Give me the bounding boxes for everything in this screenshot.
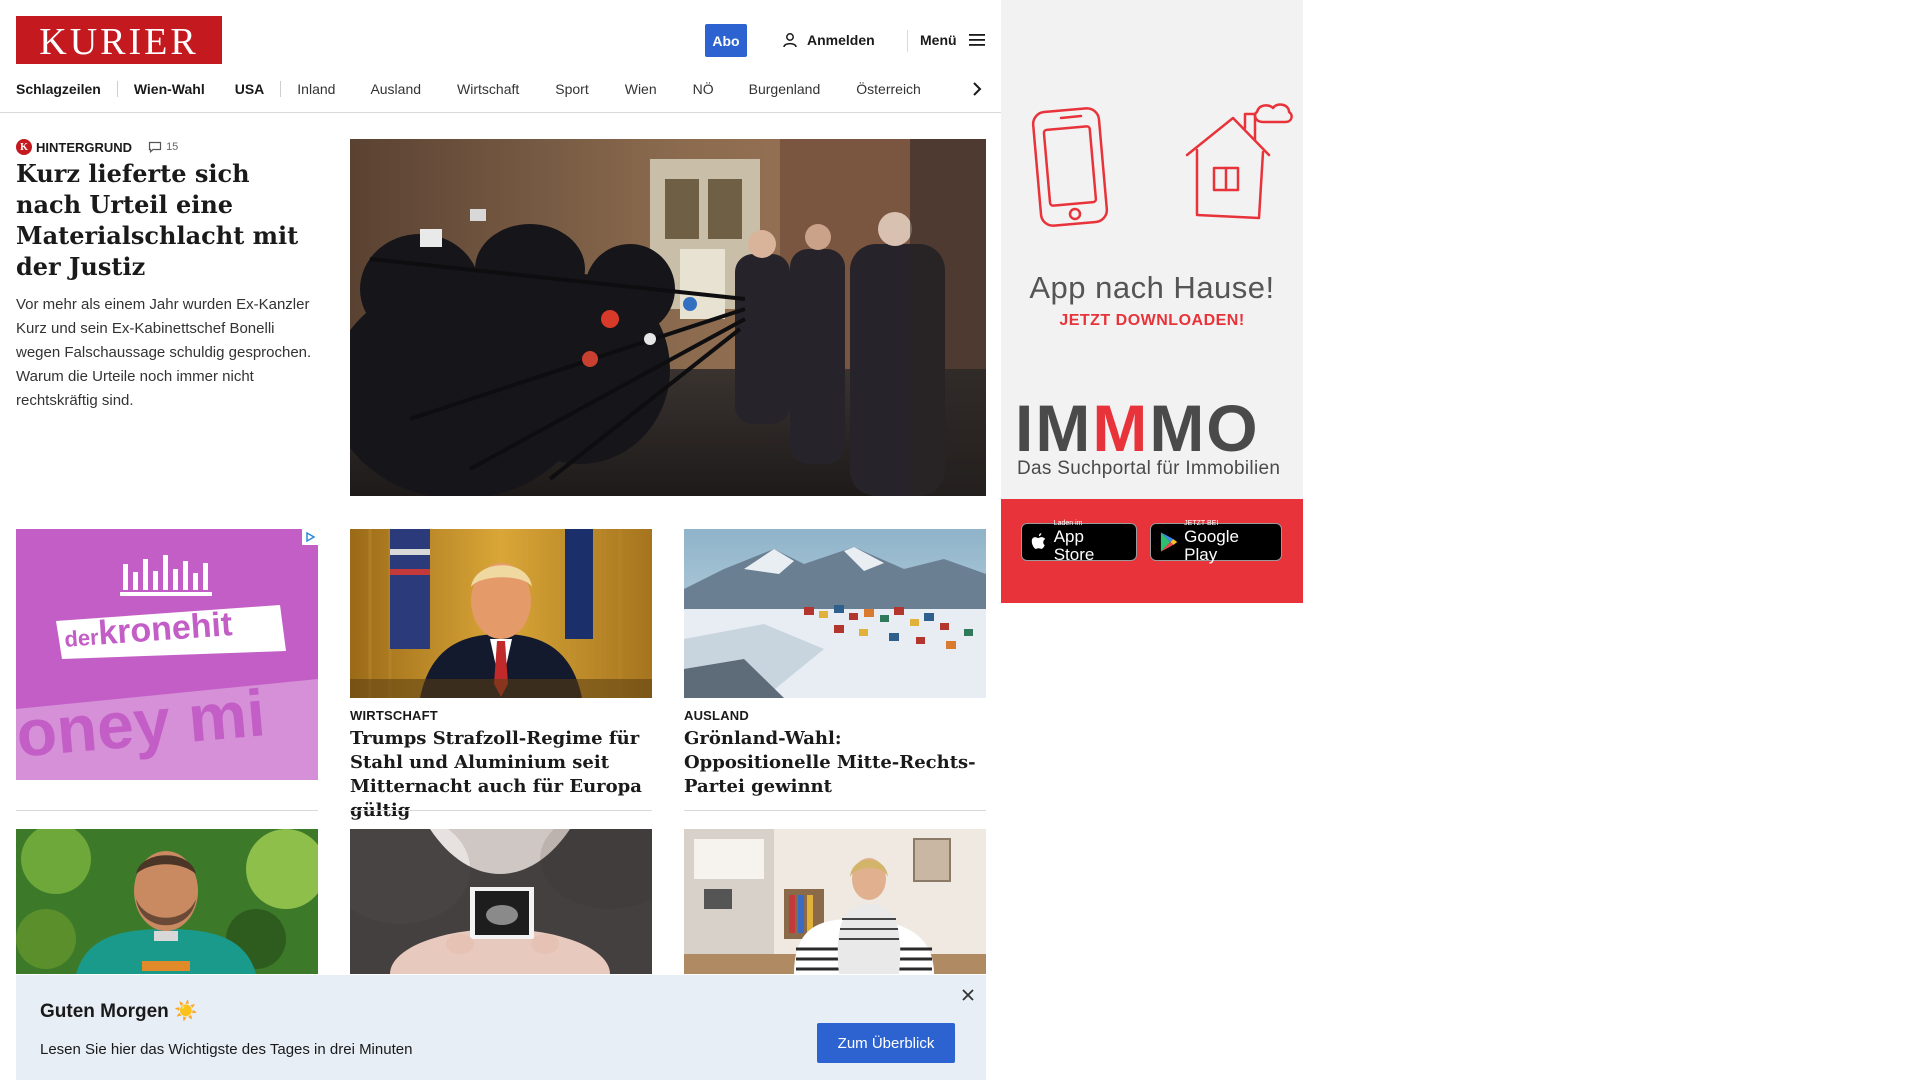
google-play-label: Google Play xyxy=(1184,527,1239,564)
nav-item-inland[interactable]: Inland xyxy=(297,80,335,98)
card-divider xyxy=(684,810,986,811)
overview-button[interactable]: Zum Überblick xyxy=(817,1023,955,1063)
card-kicker-wirtschaft[interactable]: WIRTSCHAFT xyxy=(350,708,438,723)
section-nav: Schlagzeilen Wien-Wahl USA Inland Auslan… xyxy=(16,80,921,98)
menu-button[interactable]: Menü xyxy=(920,30,985,50)
card-headline-trump[interactable]: Trumps Strafzoll-Regime für Stahl und Al… xyxy=(350,727,652,823)
card-image-woman-home[interactable] xyxy=(684,829,986,974)
nav-item-ausland[interactable]: Ausland xyxy=(370,80,421,98)
app-store-button[interactable]: Laden im App Store xyxy=(1021,520,1137,564)
app-store-label: App Store xyxy=(1053,527,1095,564)
nav-item-noe[interactable]: NÖ xyxy=(693,80,714,98)
lead-meta: K HINTERGRUND 15 xyxy=(16,139,178,155)
kronehit-logo-brand: kronehit xyxy=(97,605,234,653)
banner-text: Lesen Sie hier das Wichtigste des Tages … xyxy=(40,1041,413,1058)
logo-text: KURIER xyxy=(39,20,199,63)
user-icon xyxy=(783,33,797,48)
chevron-right-icon xyxy=(973,82,982,96)
site-header: KURIER Abo Anmelden Menü Schlagzeilen Wi… xyxy=(0,0,1001,113)
adchoices-icon[interactable] xyxy=(302,529,318,545)
card-image-football[interactable] xyxy=(16,829,318,974)
card-divider xyxy=(16,810,318,811)
card-image-trump[interactable] xyxy=(350,529,652,698)
nav-item-burgenland[interactable]: Burgenland xyxy=(749,80,821,98)
card-image-pregnancy[interactable] xyxy=(350,829,652,974)
trump-photo xyxy=(350,529,652,698)
nav-item-wien-wahl[interactable]: Wien-Wahl xyxy=(134,80,205,98)
immmo-logo-part: IM xyxy=(1015,391,1093,465)
kurier-logo[interactable]: KURIER xyxy=(16,16,222,64)
comment-count[interactable]: 15 xyxy=(148,141,178,153)
ad-cta-text: JETZT DOWNLOADEN! xyxy=(1059,312,1245,329)
nav-item-oesterreich[interactable]: Österreich xyxy=(856,80,921,98)
nav-item-usa[interactable]: USA xyxy=(235,80,265,98)
lead-image[interactable] xyxy=(350,139,986,496)
nav-divider xyxy=(280,81,282,97)
lead-headline[interactable]: Kurz lieferte sich nach Urteil eine Mate… xyxy=(16,158,316,282)
login-label: Anmelden xyxy=(807,32,875,48)
lead-kicker[interactable]: HINTERGRUND xyxy=(36,140,132,155)
ad-headline: App nach Hause! xyxy=(1029,270,1275,305)
close-icon xyxy=(962,989,974,1001)
lead-teaser[interactable]: Vor mehr als einem Jahr wurden Ex-Kanzle… xyxy=(16,293,316,413)
immmo-ad[interactable]: App nach Hause! JETZT DOWNLOADEN! IMMMO … xyxy=(1001,0,1303,603)
hamburger-icon xyxy=(968,34,985,46)
comment-count-value: 15 xyxy=(166,141,179,153)
close-banner-button[interactable] xyxy=(958,985,978,1005)
kronehit-logo-pre: der xyxy=(63,624,100,652)
kurier-k-icon: K xyxy=(16,139,32,155)
kronehit-ad[interactable]: derkronehit oney mi xyxy=(16,529,318,780)
header-divider xyxy=(907,30,908,52)
google-play-button[interactable]: JETZT BEI Google Play xyxy=(1150,520,1282,564)
menu-label: Menü xyxy=(920,32,957,48)
nav-item-schlagzeilen[interactable]: Schlagzeilen xyxy=(16,80,101,98)
nav-item-wirtschaft[interactable]: Wirtschaft xyxy=(457,80,519,98)
card-kicker-ausland[interactable]: AUSLAND xyxy=(684,708,749,723)
phone-house-illustration xyxy=(1031,103,1293,227)
morning-briefing-banner: Guten Morgen ☀️ Lesen Sie hier das Wicht… xyxy=(16,975,986,1080)
press-conference-photo xyxy=(350,139,986,496)
google-play-icon xyxy=(1160,532,1178,552)
nav-divider xyxy=(116,81,118,97)
login-button[interactable]: Anmelden xyxy=(782,30,875,50)
card-image-groenland[interactable] xyxy=(684,529,986,698)
football-player-photo xyxy=(16,829,318,974)
woman-at-home-photo xyxy=(684,829,986,974)
abo-button[interactable]: Abo xyxy=(705,24,747,57)
ultrasound-photo xyxy=(350,829,652,974)
immmo-tagline: Das Suchportal für Immobilien xyxy=(1017,458,1281,479)
nav-item-wien[interactable]: Wien xyxy=(625,80,657,98)
greenland-photo xyxy=(684,529,986,698)
immmo-logo-part: MO xyxy=(1149,391,1260,465)
immmo-logo: IMMMO xyxy=(1015,395,1260,461)
comment-icon xyxy=(148,141,162,153)
nav-scroll-right-button[interactable] xyxy=(968,78,986,100)
immmo-logo-red-part: M xyxy=(1092,391,1150,465)
banner-title: Guten Morgen ☀️ xyxy=(40,1001,198,1022)
card-headline-groenland[interactable]: Grönland-Wahl: Oppositionelle Mitte-Rech… xyxy=(684,727,986,799)
apple-icon xyxy=(1031,533,1046,549)
card-divider xyxy=(350,810,652,811)
nav-item-sport[interactable]: Sport xyxy=(555,80,588,98)
